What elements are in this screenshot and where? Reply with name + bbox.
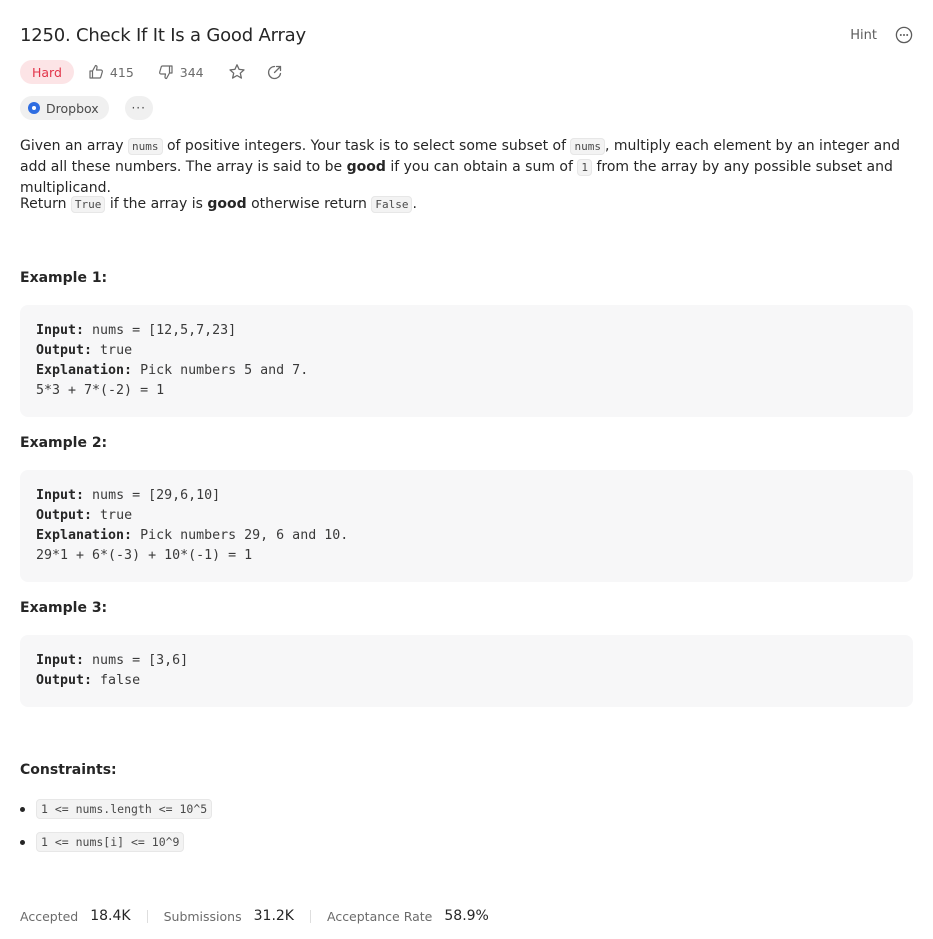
header-actions: Hint xyxy=(850,26,913,44)
difficulty-badge: Hard xyxy=(20,60,74,84)
more-tags-button[interactable]: ··· xyxy=(124,96,153,120)
example-output: Output: true xyxy=(36,341,897,361)
share-icon[interactable] xyxy=(266,64,283,81)
constraint-code: 1 <= nums[i] <= 10^9 xyxy=(36,832,185,852)
text: of positive integers. Your task is to se… xyxy=(162,138,571,154)
inline-code: nums xyxy=(570,138,605,155)
input-label: Input: xyxy=(36,488,85,503)
input-label: Input: xyxy=(36,323,85,338)
divider xyxy=(309,909,311,923)
stat-value: 31.2K xyxy=(253,908,294,924)
thumbs-down-icon xyxy=(158,65,173,80)
bullet xyxy=(20,839,25,845)
text: . xyxy=(412,196,417,212)
stat-value: 58.9% xyxy=(444,908,489,924)
company-logo-icon xyxy=(28,102,40,114)
example-input: Input: nums = [29,6,10] xyxy=(36,486,897,506)
example-2-block: Input: nums = [29,6,10] Output: true Exp… xyxy=(20,470,913,582)
text: if you can obtain a sum of xyxy=(385,159,578,175)
constraint-item: 1 <= nums.length <= 10^5 xyxy=(20,799,213,819)
explanation-value: Pick numbers 5 and 7. xyxy=(132,363,309,378)
example-input: Input: nums = [12,5,7,23] xyxy=(36,321,897,341)
output-value: true xyxy=(92,343,133,358)
hint-button[interactable]: Hint xyxy=(850,28,877,43)
problem-title: 1250. Check If It Is a Good Array xyxy=(20,24,306,46)
problem-meta: Hard 415 344 xyxy=(20,60,303,84)
constraints-list: 1 <= nums.length <= 10^5 1 <= nums[i] <=… xyxy=(20,799,213,865)
output-label: Output: xyxy=(36,673,93,688)
bold-text: good xyxy=(207,196,247,212)
stat-acceptance-rate: Acceptance Rate 58.9% xyxy=(327,908,489,924)
constraints-title: Constraints: xyxy=(20,762,117,778)
example-explanation: Explanation: Pick numbers 29, 6 and 10. xyxy=(36,526,897,546)
description-paragraph-2: Return True if the array is good otherwi… xyxy=(20,194,903,215)
like-count: 415 xyxy=(109,64,134,80)
text: otherwise return xyxy=(246,196,372,212)
example-output: Output: true xyxy=(36,506,897,526)
bold-text: good xyxy=(346,159,386,175)
inline-code: True xyxy=(70,196,106,213)
explanation-label: Explanation: xyxy=(36,363,133,378)
stat-accepted: Accepted 18.4K xyxy=(20,908,131,924)
example-input: Input: nums = [3,6] xyxy=(36,651,897,671)
tag-row: Dropbox ··· xyxy=(20,96,153,120)
constraint-item: 1 <= nums[i] <= 10^9 xyxy=(20,832,212,852)
example-1-block: Input: nums = [12,5,7,23] Output: true E… xyxy=(20,305,913,417)
company-tag-label: Dropbox xyxy=(46,100,99,116)
input-value: nums = [3,6] xyxy=(84,653,189,668)
example-1-title: Example 1: xyxy=(20,270,108,286)
thumbs-up-icon xyxy=(89,64,103,79)
example-explanation: Explanation: Pick numbers 5 and 7. xyxy=(36,361,897,381)
submission-stats: Accepted 18.4K Submissions 31.2K Accepta… xyxy=(20,906,489,926)
bullet xyxy=(20,806,25,812)
divider xyxy=(146,909,148,923)
output-label: Output: xyxy=(36,508,93,523)
inline-code: 1 xyxy=(577,159,592,176)
example-extra: 29*1 + 6*(-3) + 10*(-1) = 1 xyxy=(36,548,253,563)
stat-label: Acceptance Rate xyxy=(326,908,433,924)
inline-code: nums xyxy=(128,138,163,155)
problem-header: 1250. Check If It Is a Good Array Hint xyxy=(20,22,913,48)
inline-code: False xyxy=(371,196,413,213)
constraint-code: 1 <= nums.length <= 10^5 xyxy=(36,799,213,819)
stat-label: Accepted xyxy=(20,908,79,924)
output-label: Output: xyxy=(36,343,93,358)
text: Given an array xyxy=(20,138,129,154)
dislike-count: 344 xyxy=(179,64,204,80)
more-options-icon[interactable] xyxy=(895,26,913,44)
description-paragraph-1: Given an array nums of positive integers… xyxy=(20,136,903,199)
output-value: false xyxy=(92,673,141,688)
explanation-value: Pick numbers 29, 6 and 10. xyxy=(132,528,349,543)
example-output: Output: false xyxy=(36,671,897,691)
favorite-star-icon[interactable] xyxy=(228,63,246,81)
example-3-title: Example 3: xyxy=(20,600,108,616)
input-value: nums = [12,5,7,23] xyxy=(84,323,237,338)
input-label: Input: xyxy=(36,653,85,668)
example-extra: 5*3 + 7*(-2) = 1 xyxy=(36,383,165,398)
stat-submissions: Submissions 31.2K xyxy=(164,908,294,924)
like-button[interactable]: 415 xyxy=(88,64,134,80)
stat-value: 18.4K xyxy=(90,908,131,924)
input-value: nums = [29,6,10] xyxy=(84,488,221,503)
text: if the array is xyxy=(105,196,208,212)
output-value: true xyxy=(92,508,133,523)
company-tag-dropbox[interactable]: Dropbox xyxy=(20,96,109,120)
example-3-block: Input: nums = [3,6] Output: false xyxy=(20,635,913,707)
stat-label: Submissions xyxy=(163,908,242,924)
dislike-button[interactable]: 344 xyxy=(158,64,204,80)
text: Return xyxy=(20,196,71,212)
explanation-label: Explanation: xyxy=(36,528,133,543)
example-2-title: Example 2: xyxy=(20,435,108,451)
